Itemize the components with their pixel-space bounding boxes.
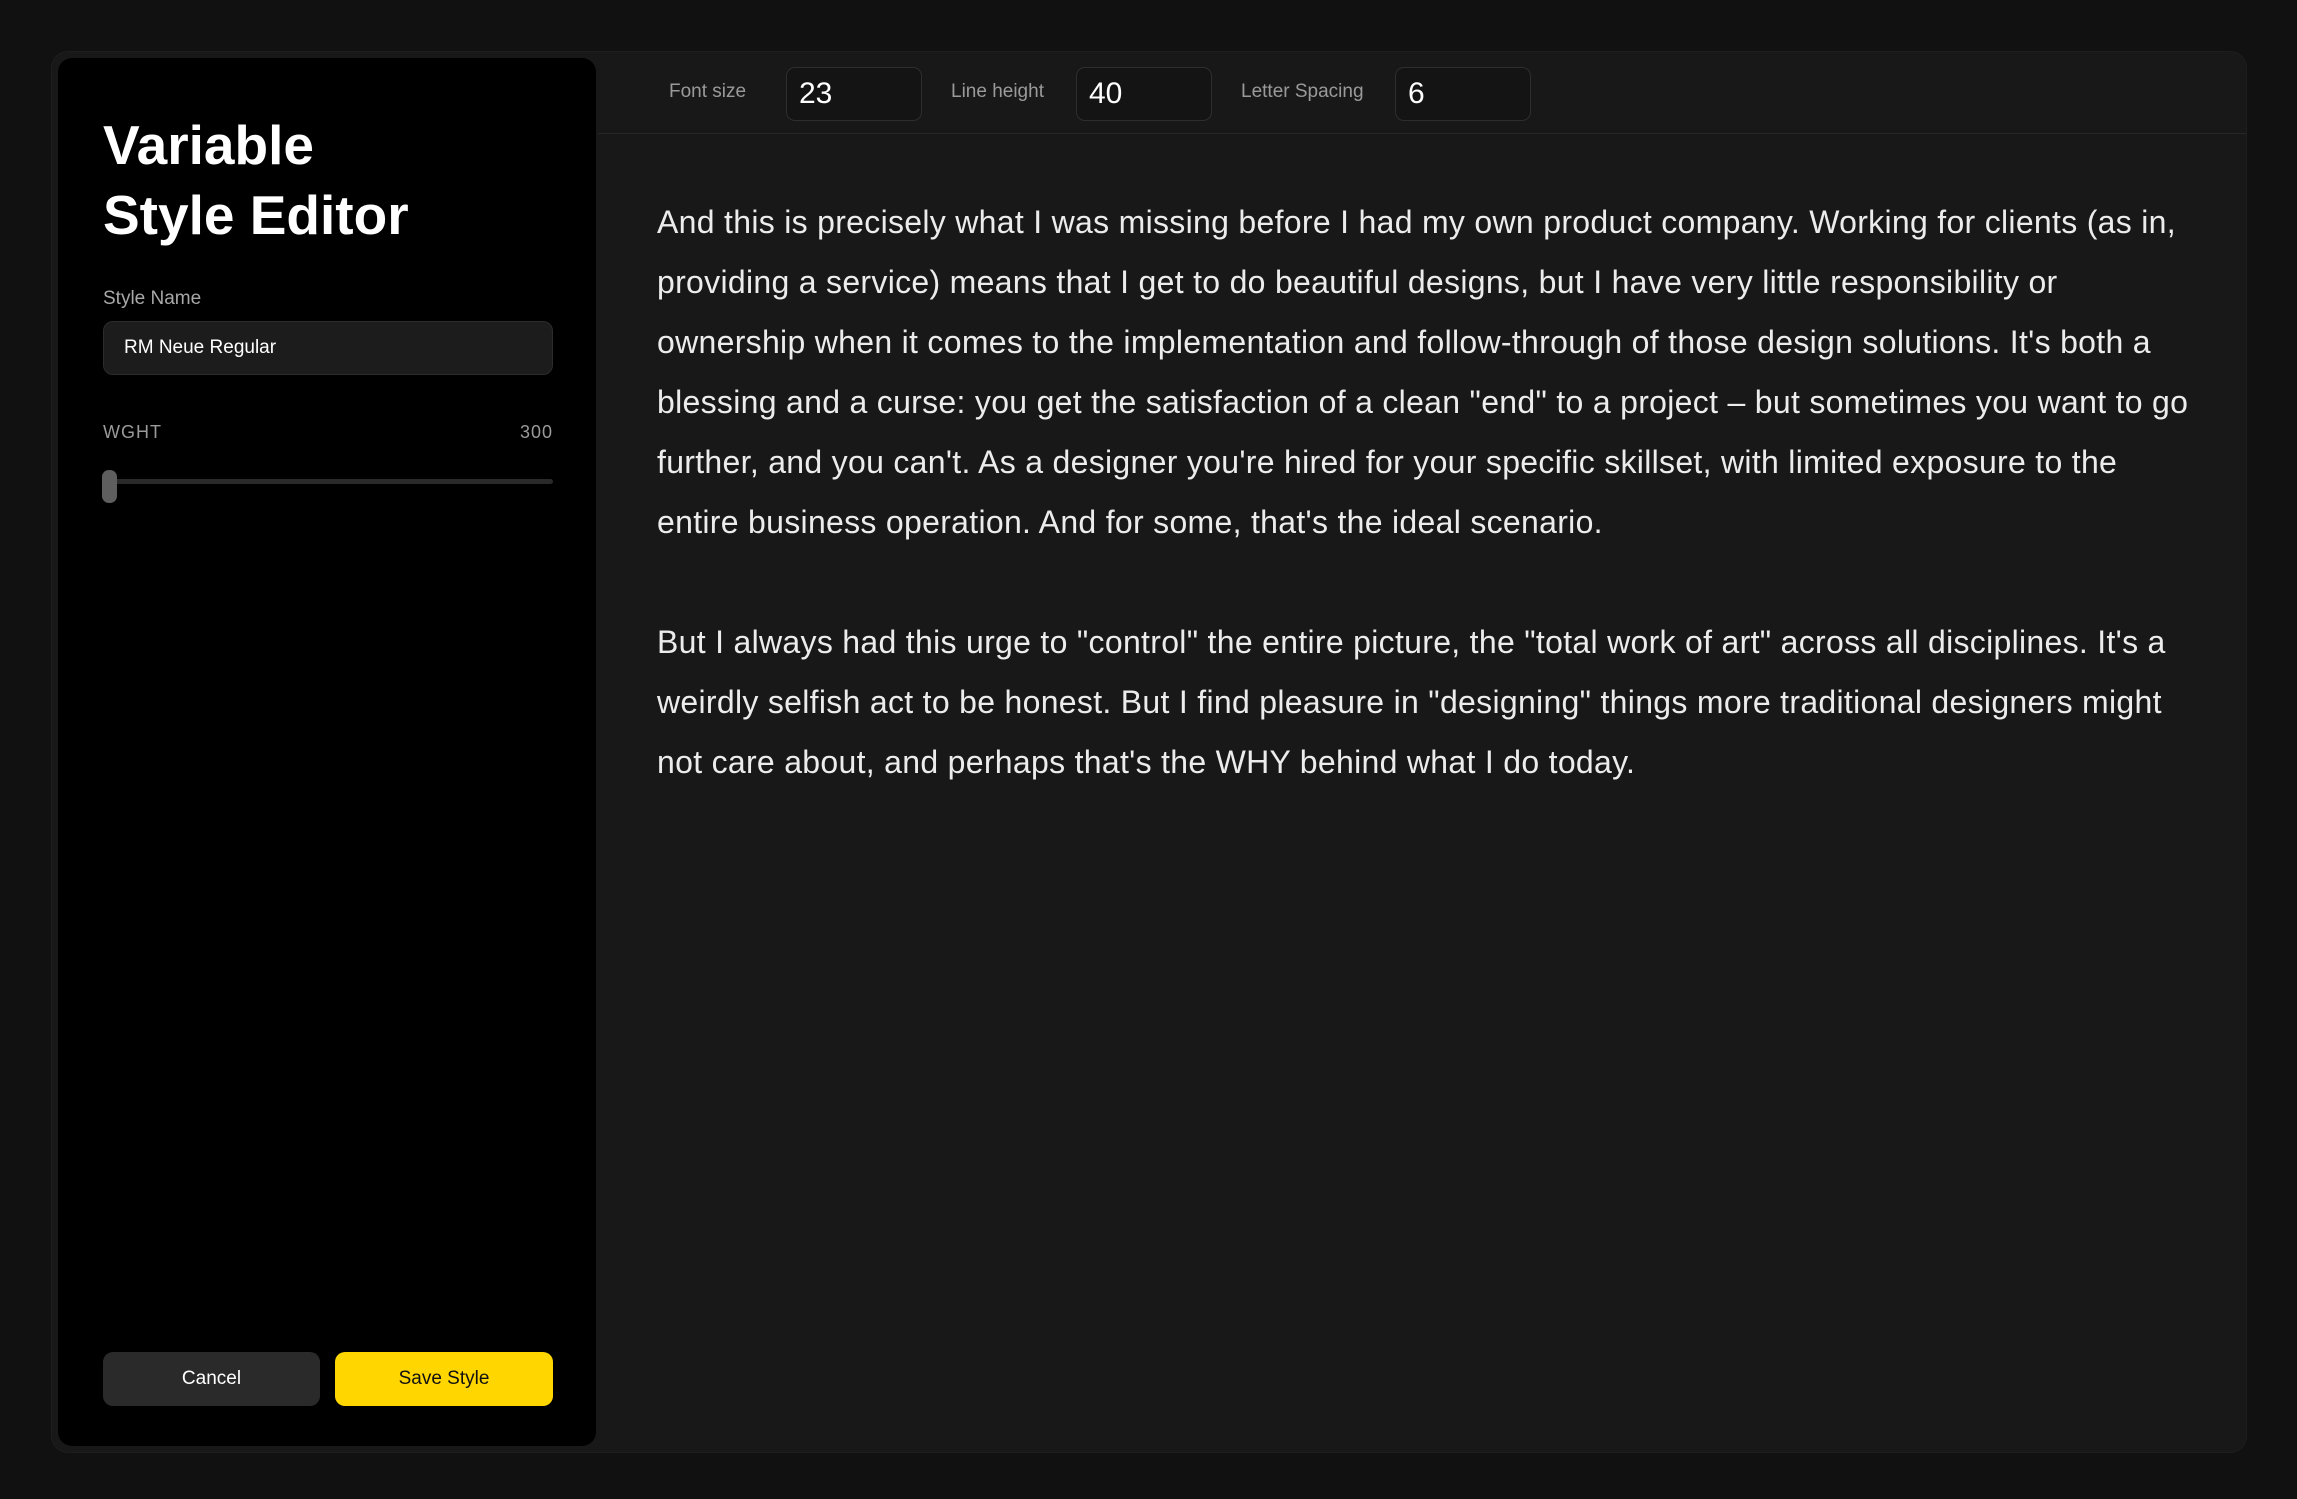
title-line-2: Style Editor <box>103 184 409 246</box>
letter-spacing-label: Letter Spacing <box>1241 81 1364 102</box>
weight-axis-header: WGHT 300 <box>103 422 553 443</box>
weight-axis-value: 300 <box>519 422 553 442</box>
letter-spacing-input[interactable] <box>1395 67 1531 121</box>
line-height-input[interactable] <box>1076 67 1212 121</box>
weight-slider-track[interactable] <box>103 479 553 484</box>
preview-paragraph: But I always had this urge to "control" … <box>657 624 2166 780</box>
font-size-input[interactable] <box>786 67 922 121</box>
save-style-button[interactable]: Save Style <box>335 1352 553 1406</box>
line-height-label: Line height <box>951 81 1044 102</box>
style-editor-window: Variable Style Editor Style Name WGHT 30… <box>52 52 2246 1452</box>
title-line-1: Variable <box>103 114 314 176</box>
weight-axis-label: WGHT <box>103 422 162 442</box>
style-name-input[interactable] <box>103 321 553 375</box>
page-title: Variable Style Editor <box>103 110 563 250</box>
weight-slider-handle[interactable] <box>102 470 117 503</box>
preview-paragraph: And this is precisely what I was missing… <box>657 204 2189 540</box>
style-name-label: Style Name <box>103 288 202 309</box>
text-preview[interactable]: And this is precisely what I was missing… <box>657 192 2202 852</box>
typography-toolbar: Font size Line height Letter Spacing <box>598 52 2246 134</box>
sidebar: Variable Style Editor Style Name WGHT 30… <box>58 58 596 1446</box>
font-size-label: Font size <box>669 81 747 102</box>
cancel-button[interactable]: Cancel <box>103 1352 320 1406</box>
